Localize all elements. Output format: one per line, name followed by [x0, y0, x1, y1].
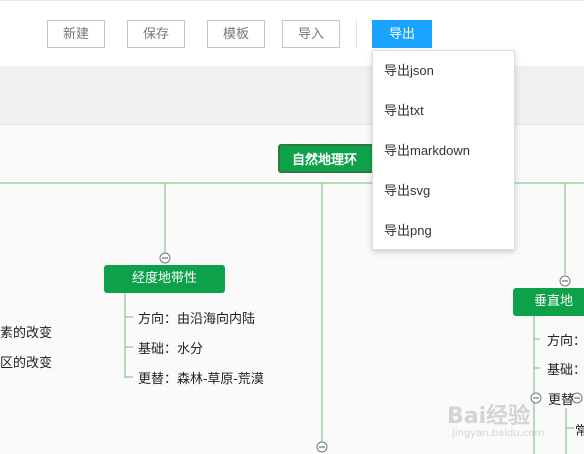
mindmap-leaf[interactable]: 基础： [547, 359, 584, 378]
mindmap-leaf[interactable]: 基础：水分 [138, 338, 203, 357]
mindmap-leaf[interactable]: 更替：森林-草原-荒漠 [138, 368, 264, 387]
export-png-item[interactable]: 导出png [373, 211, 514, 251]
export-svg-item[interactable]: 导出svg [373, 171, 514, 211]
mindmap-leaf[interactable]: 方向： [547, 330, 584, 349]
mindmap-leaf[interactable]: 更替 [548, 389, 574, 408]
mindmap-leaf[interactable]: 素的改变 [0, 322, 52, 341]
watermark-url: jingyan.baidu.com [452, 428, 545, 439]
watermark-logo: Bai经验 [447, 404, 531, 429]
mindmap-leaf[interactable]: 方向：由沿海向内陆 [138, 308, 255, 327]
mindmap-branch-node[interactable]: 垂直地 [513, 288, 584, 316]
export-txt-item[interactable]: 导出txt [373, 91, 514, 131]
mindmap-leaf[interactable]: 常 [575, 420, 584, 439]
export-markdown-item[interactable]: 导出markdown [373, 131, 514, 171]
mindmap-branch-node[interactable]: 经度地带性 [104, 265, 225, 293]
export-json-item[interactable]: 导出json [373, 51, 514, 91]
mindmap-leaf[interactable]: 区的改变 [0, 352, 52, 371]
export-menu: 导出json 导出txt 导出markdown 导出svg 导出png [372, 50, 515, 250]
